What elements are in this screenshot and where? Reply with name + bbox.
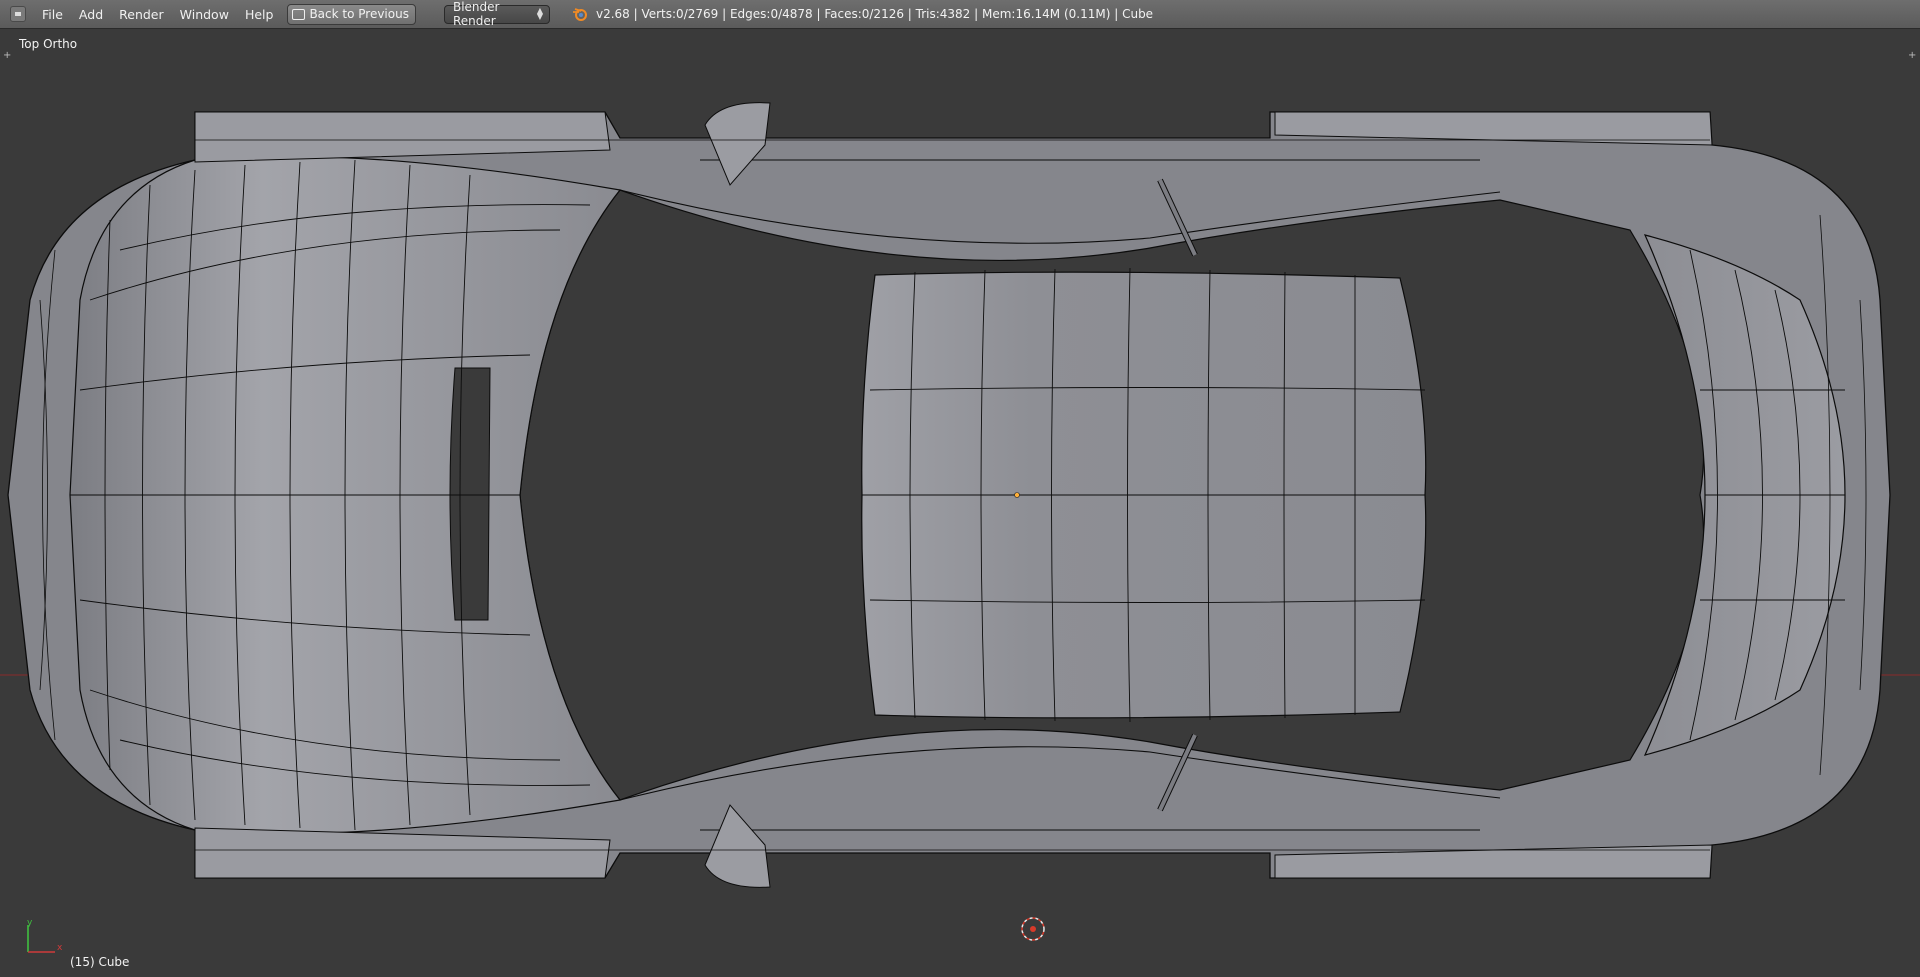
3d-viewport[interactable]: + + y x Top Ortho (15) Cube (0, 29, 1920, 977)
object-origin (1014, 492, 1020, 498)
3d-cursor-icon[interactable] (1021, 917, 1045, 941)
back-to-previous-label: Back to Previous (309, 7, 409, 21)
render-engine-dropdown[interactable]: Blender Render ▲ ▼ (443, 0, 550, 28)
axis-gizmo-icon (27, 925, 55, 953)
region-expand-right-icon[interactable]: + (1908, 51, 1917, 61)
back-to-previous-button[interactable]: Back to Previous (287, 3, 416, 25)
view-name-label: Top Ortho (19, 37, 78, 51)
scene-statistics: v2.68 | Verts:0/2769 | Edges:0/4878 | Fa… (595, 7, 1154, 21)
axis-y-label: y (27, 918, 33, 928)
axis-x-label: x (57, 943, 63, 953)
menu-add[interactable]: Add (71, 7, 111, 22)
screen-back-icon (292, 8, 306, 20)
editor-type-button[interactable] (10, 6, 26, 22)
info-header: File Add Render Window Help Back to Prev… (0, 0, 1920, 29)
car-mesh-wireframe (0, 102, 1920, 953)
menu-window[interactable]: Window (172, 7, 237, 22)
region-expand-left-icon[interactable]: + (3, 51, 12, 61)
render-engine-value: Blender Render (452, 0, 500, 28)
menu-help[interactable]: Help (237, 7, 282, 22)
blender-logo-icon (572, 8, 587, 21)
dropdown-arrows-icon: ▲ ▼ (536, 6, 543, 21)
active-object-label: (15) Cube (70, 955, 130, 969)
menu-render[interactable]: Render (111, 7, 172, 22)
menu-file[interactable]: File (34, 7, 71, 22)
